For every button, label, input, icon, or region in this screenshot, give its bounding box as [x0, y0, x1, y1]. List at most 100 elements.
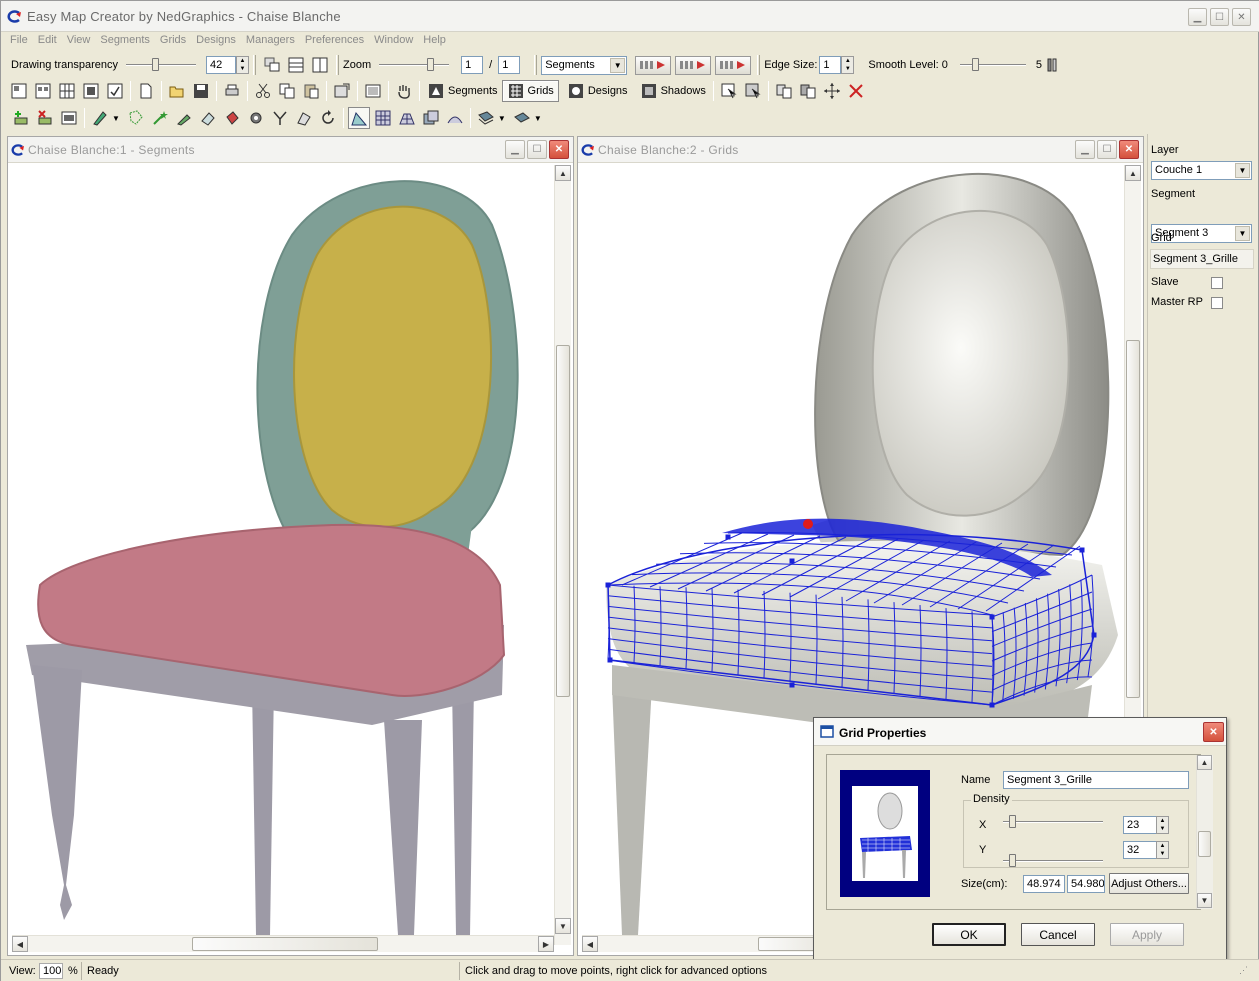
view-zoom-input[interactable]: 100 — [39, 963, 63, 979]
grid-control-point[interactable] — [789, 682, 795, 688]
copy-button[interactable] — [276, 80, 298, 102]
view-layout-1-button[interactable] — [8, 80, 30, 102]
edge-size-input[interactable]: 1 — [819, 56, 842, 74]
mode-select[interactable]: Segments ▼ — [541, 55, 628, 75]
segments-canvas[interactable] — [12, 165, 554, 935]
menu-grids[interactable]: Grids — [155, 32, 191, 50]
lasso-button[interactable] — [125, 107, 147, 129]
master-rp-checkbox[interactable] — [1211, 297, 1223, 309]
size-height-input[interactable]: 54.980 — [1067, 875, 1105, 893]
edge-size-spinner[interactable]: ▲ ▼ — [841, 56, 855, 74]
resize-grip-icon[interactable]: ⋰ — [1239, 965, 1248, 976]
designs-mode-button[interactable]: Designs — [563, 80, 632, 102]
cancel-button[interactable]: Cancel — [1021, 923, 1095, 946]
view-layout-5-button[interactable] — [104, 80, 126, 102]
transparency-input[interactable]: 42 — [206, 56, 236, 74]
delete-points-button[interactable] — [845, 80, 867, 102]
pan-button[interactable] — [393, 80, 415, 102]
move-button[interactable] — [821, 80, 843, 102]
open-button[interactable] — [166, 80, 188, 102]
density-y-spinner[interactable]: ▲ ▼ — [1156, 841, 1169, 859]
export-button[interactable] — [331, 80, 353, 102]
density-x-spinner[interactable]: ▲ ▼ — [1156, 816, 1169, 834]
print-button[interactable] — [221, 80, 243, 102]
menu-segments[interactable]: Segments — [95, 32, 155, 50]
menu-managers[interactable]: Managers — [241, 32, 300, 50]
frame-button[interactable] — [362, 80, 384, 102]
play-grids-button[interactable] — [675, 55, 712, 75]
menu-preferences[interactable]: Preferences — [300, 32, 369, 50]
segment-props-button[interactable] — [58, 107, 80, 129]
grid-control-point[interactable] — [1079, 547, 1085, 553]
scroll-down-button[interactable]: ▼ — [555, 918, 571, 934]
magic-wand-button[interactable] — [149, 107, 171, 129]
scroll-thumb[interactable] — [192, 937, 378, 951]
tool-b-button[interactable] — [797, 80, 819, 102]
new-button[interactable] — [135, 80, 157, 102]
menu-edit[interactable]: Edit — [33, 32, 62, 50]
grid-name-input[interactable]: Segment 3_Grille — [1003, 771, 1189, 789]
cut-button[interactable] — [252, 80, 274, 102]
slave-checkbox[interactable] — [1211, 277, 1223, 289]
remove-segment-button[interactable] — [34, 107, 56, 129]
dialog-vscroll[interactable]: ▲ ▼ — [1196, 755, 1213, 909]
grid-tool-3-button[interactable] — [396, 107, 418, 129]
close-button[interactable]: ✕ — [1232, 8, 1251, 26]
erase-button[interactable] — [197, 107, 219, 129]
scroll-thumb[interactable] — [556, 345, 570, 697]
chevron-down-icon[interactable]: ▼ — [112, 114, 120, 123]
add-segment-button[interactable] — [10, 107, 32, 129]
grid-control-point[interactable] — [789, 558, 795, 564]
scroll-down-button[interactable]: ▼ — [1197, 893, 1212, 908]
settings-button[interactable] — [245, 107, 267, 129]
design-tool-2-button[interactable] — [511, 107, 533, 129]
rotate-button[interactable] — [317, 107, 339, 129]
select-segment-button[interactable] — [742, 80, 764, 102]
adjust-others-button[interactable]: Adjust Others... — [1109, 873, 1189, 894]
size-width-input[interactable]: 48.974 — [1023, 875, 1065, 893]
minimize-button[interactable]: ▁ — [1075, 140, 1095, 159]
grid-tool-2-button[interactable] — [372, 107, 394, 129]
menu-view[interactable]: View — [62, 32, 96, 50]
tool-a-button[interactable] — [773, 80, 795, 102]
layer-select[interactable]: Couche 1 ▼ — [1151, 161, 1252, 180]
draw-tool-button[interactable] — [89, 107, 111, 129]
scroll-up-button[interactable]: ▲ — [1125, 165, 1141, 181]
scroll-up-button[interactable]: ▲ — [555, 165, 571, 181]
segments-mode-button[interactable]: Segments — [423, 80, 502, 102]
brush-button[interactable] — [173, 107, 195, 129]
play-segments-button[interactable] — [635, 55, 672, 75]
tile-horizontal-button[interactable] — [285, 54, 307, 76]
grid-name-field[interactable]: Segment 3_Grille — [1150, 249, 1254, 269]
scroll-right-button[interactable]: ▶ — [538, 936, 554, 952]
segments-vscroll[interactable]: ▲ ▼ — [554, 165, 571, 945]
close-button[interactable]: ✕ — [1119, 140, 1139, 159]
density-x-input[interactable]: 23 — [1123, 816, 1157, 834]
dialog-close-button[interactable]: ✕ — [1203, 722, 1224, 742]
save-button[interactable] — [190, 80, 212, 102]
layers-front-button[interactable] — [261, 54, 283, 76]
grid-control-point[interactable] — [1091, 632, 1097, 638]
transparency-slider[interactable] — [126, 58, 196, 72]
apply-button[interactable]: Apply — [1110, 923, 1184, 946]
scroll-thumb[interactable] — [1126, 340, 1140, 698]
menu-designs[interactable]: Designs — [191, 32, 241, 50]
grid-control-point[interactable] — [605, 582, 611, 588]
page-current-input[interactable]: 1 — [461, 56, 484, 74]
smooth-level-slider[interactable] — [959, 58, 1026, 72]
density-y-input[interactable]: 32 — [1123, 841, 1157, 859]
play-designs-button[interactable] — [715, 55, 752, 75]
grid-control-point[interactable] — [607, 657, 613, 663]
shadows-mode-button[interactable]: Shadows — [636, 80, 710, 102]
grid-tool-1-button[interactable] — [347, 107, 370, 129]
paste-button[interactable] — [300, 80, 322, 102]
select-point-button[interactable] — [718, 80, 740, 102]
segments-hscroll[interactable]: ◀ ▶ — [12, 935, 554, 952]
scroll-up-button[interactable]: ▲ — [1197, 755, 1212, 770]
chevron-down-icon[interactable]: ▼ — [498, 114, 506, 123]
grid-control-point[interactable] — [725, 534, 731, 540]
split-button[interactable] — [269, 107, 291, 129]
minimize-button[interactable]: ▁ — [505, 140, 525, 159]
view-layout-3-button[interactable] — [56, 80, 78, 102]
view-layout-4-button[interactable] — [80, 80, 102, 102]
